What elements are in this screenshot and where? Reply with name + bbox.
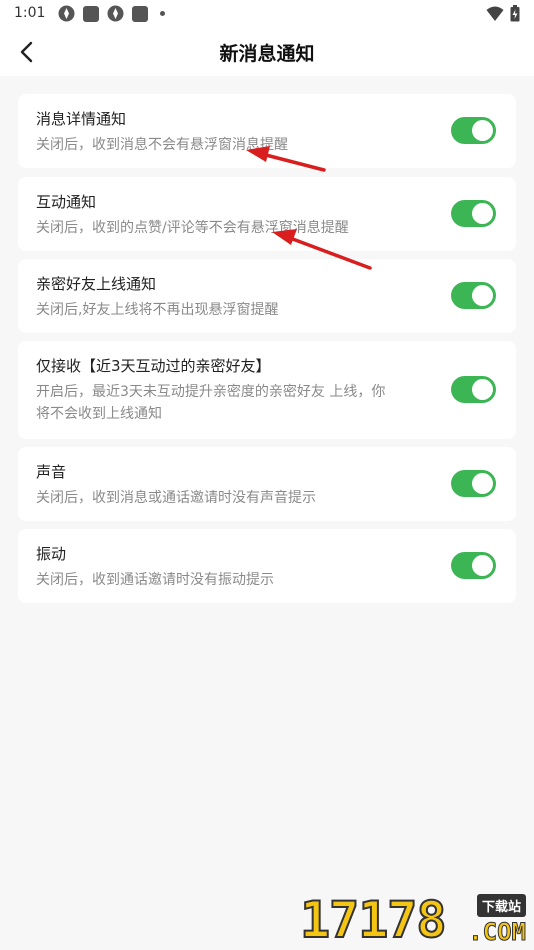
toggle-knob [472, 120, 493, 141]
app-notification-icon [58, 5, 75, 22]
setting-description: 关闭后，收到消息不会有悬浮窗消息提醒 [36, 137, 288, 153]
setting-card-sound: 声音 关闭后，收到消息或通话邀请时没有声音提示 [18, 447, 516, 521]
recent-friends-only-toggle[interactable] [451, 376, 496, 403]
wifi-icon [486, 6, 504, 21]
setting-description: 关闭后,好友上线将不再出现悬浮窗提醒 [36, 302, 279, 318]
setting-description-line-1: 开启后，最近3天未互动提升亲密度的亲密好友 上线，你 [36, 384, 386, 400]
message-detail-toggle[interactable] [451, 117, 496, 144]
app-notification-icon [107, 5, 124, 22]
setting-card-friend-online: 亲密好友上线通知 关闭后,好友上线将不再出现悬浮窗提醒 [18, 259, 516, 333]
setting-description: 关闭后，收到消息或通话邀请时没有声音提示 [36, 490, 316, 506]
interaction-toggle[interactable] [451, 200, 496, 227]
watermark-tag: 下载站 [476, 894, 526, 917]
toggle-knob [472, 555, 493, 576]
setting-description: 关闭后，收到的点赞/评论等不会有悬浮窗消息提醒 [36, 220, 349, 236]
app-notification-icon [83, 5, 99, 22]
setting-title: 声音 [36, 463, 67, 481]
setting-card-interaction: 互动通知 关闭后，收到的点赞/评论等不会有悬浮窗消息提醒 [18, 177, 516, 251]
setting-card-vibration: 振动 关闭后，收到通话邀请时没有振动提示 [18, 529, 516, 603]
status-bar: 1:01 [0, 0, 534, 28]
toggle-knob [472, 203, 493, 224]
battery-icon [510, 5, 520, 22]
setting-title: 振动 [36, 545, 67, 563]
toggle-knob [472, 473, 493, 494]
navigation-bar: 新消息通知 [0, 28, 534, 76]
toggle-knob [472, 379, 493, 400]
status-system-icons [486, 5, 520, 22]
status-time: 1:01 [14, 5, 46, 21]
friend-online-toggle[interactable] [451, 282, 496, 309]
setting-card-message-detail: 消息详情通知 关闭后，收到消息不会有悬浮窗消息提醒 [18, 94, 516, 168]
more-notifications-dot-icon [160, 11, 165, 16]
setting-title: 消息详情通知 [36, 110, 127, 128]
setting-title: 亲密好友上线通知 [36, 275, 157, 293]
app-notification-icon [132, 5, 148, 22]
setting-description: 关闭后，收到通话邀请时没有振动提示 [36, 572, 274, 588]
setting-card-recent-friends-only: 仅接收【近3天互动过的亲密好友】 开启后，最近3天未互动提升亲密度的亲密好友 上… [18, 341, 516, 439]
setting-title: 仅接收【近3天互动过的亲密好友】 [36, 357, 271, 375]
status-notification-icons [58, 5, 165, 22]
setting-description-line-2: 将不会收到上线通知 [36, 406, 162, 422]
toggle-knob [472, 285, 493, 306]
vibration-toggle[interactable] [451, 552, 496, 579]
setting-title: 互动通知 [36, 193, 97, 211]
watermark-number: 17178 [299, 891, 448, 949]
site-watermark: 17178 下载站 .COM [299, 891, 528, 949]
sound-toggle[interactable] [451, 470, 496, 497]
watermark-domain: .COM [468, 918, 527, 947]
page-title: 新消息通知 [219, 43, 315, 65]
